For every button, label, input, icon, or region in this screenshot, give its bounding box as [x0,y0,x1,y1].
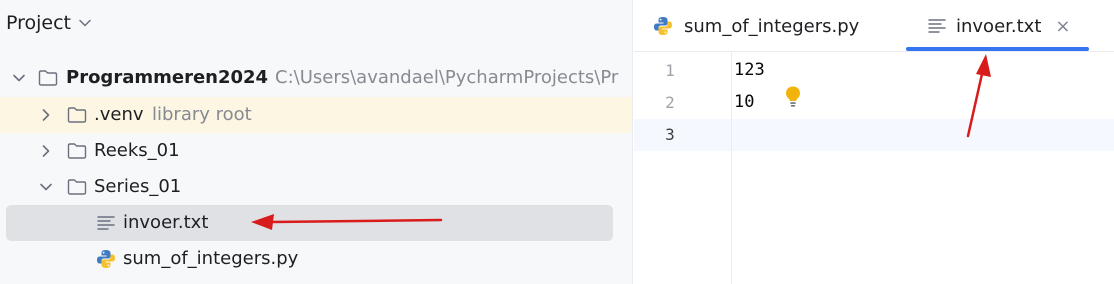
close-icon[interactable]: × [1055,16,1070,37]
editor-gutter [634,52,732,284]
chevron-down-icon[interactable] [11,70,27,86]
python-file-icon [95,248,117,270]
project-path: C:\Users\avandael\PycharmProjects\Pr [275,67,619,88]
project-title: Project [6,12,72,34]
chevron-right-icon[interactable] [38,107,54,123]
library-root-hint: library root [152,104,252,125]
project-header[interactable]: Project [6,9,91,37]
text-file-icon [95,212,117,234]
editor-area: sum_of_integers.py invoer.txt × 1 123 2 … [634,0,1114,284]
chevron-down-icon[interactable] [38,179,54,195]
tree-item-venv[interactable]: .venv library root [0,97,632,133]
project-panel: Project Programmeren2024 C:\Users\avanda… [0,0,633,284]
tab-label: sum_of_integers.py [684,15,860,37]
tree-item-label: .venv [94,104,144,125]
folder-icon [66,104,88,126]
tab-invoer-txt[interactable]: invoer.txt × [926,0,1070,52]
ide-window: Project Programmeren2024 C:\Users\avanda… [0,0,1114,284]
tree-item-programmeren2024[interactable]: Programmeren2024 C:\Users\avandael\Pycha… [0,60,632,96]
line-text: 10 [734,92,755,112]
python-file-icon [652,15,674,37]
folder-icon [66,176,88,198]
tree-item-label: Programmeren2024 [66,67,269,88]
tree-item-sum-of-integers-py[interactable]: sum_of_integers.py [0,241,632,277]
tree-item-label: invoer.txt [123,212,209,233]
tab-sum-of-integers-py[interactable]: sum_of_integers.py [652,0,859,52]
active-tab-indicator [906,47,1089,51]
lightbulb-icon[interactable] [784,85,802,113]
tab-label: invoer.txt [956,15,1042,37]
tree-item-label: Series_01 [94,176,182,197]
editor-tab-bar: sum_of_integers.py invoer.txt × [634,0,1114,52]
chevron-right-icon[interactable] [38,143,54,159]
line-text: 123 [734,60,765,80]
tree-item-series-01[interactable]: Series_01 [0,169,632,205]
tree-item-label: sum_of_integers.py [123,248,299,269]
tree-item-invoer-txt[interactable]: invoer.txt [6,205,613,241]
text-file-icon [926,15,948,37]
tree-item-reeks-01[interactable]: Reeks_01 [0,133,632,169]
tree-item-label: Reeks_01 [94,140,180,161]
folder-icon [66,140,88,162]
folder-icon [37,67,59,89]
chevron-down-icon[interactable] [79,19,91,27]
